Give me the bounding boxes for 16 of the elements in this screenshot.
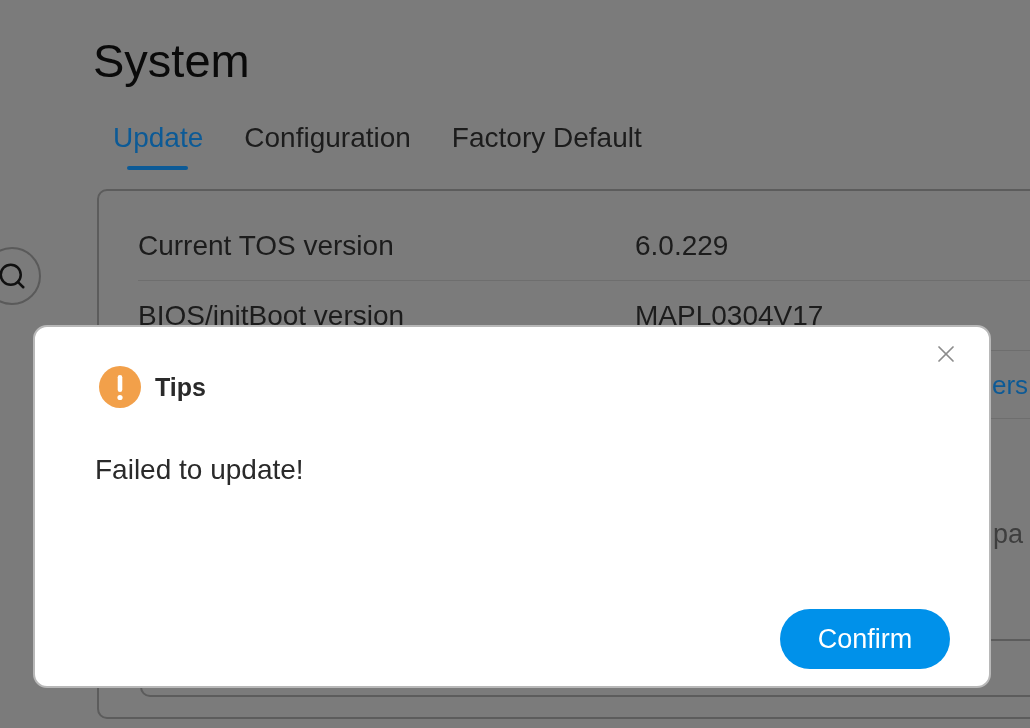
info-value: MAPL0304V17 [635, 299, 824, 332]
link-text-fragment[interactable]: ers [992, 369, 1029, 400]
search-icon [0, 261, 27, 291]
text-fragment: pa [993, 518, 1024, 550]
warning-icon [99, 366, 141, 408]
tab[interactable]: Configuration [244, 122, 411, 170]
info-label: BIOS/initBoot version [138, 299, 406, 332]
tab[interactable]: Factory Default [451, 122, 642, 170]
info-value: 6.0.229 [635, 229, 729, 262]
info-label: Current TOS version [138, 229, 395, 262]
dialog-message: Failed to update! [95, 454, 304, 486]
page-title: System [93, 34, 250, 88]
dialog-title: Tips [155, 372, 206, 402]
search-button[interactable] [0, 247, 41, 305]
confirm-button[interactable]: Confirm [780, 609, 950, 669]
tab[interactable]: Update [113, 122, 204, 170]
